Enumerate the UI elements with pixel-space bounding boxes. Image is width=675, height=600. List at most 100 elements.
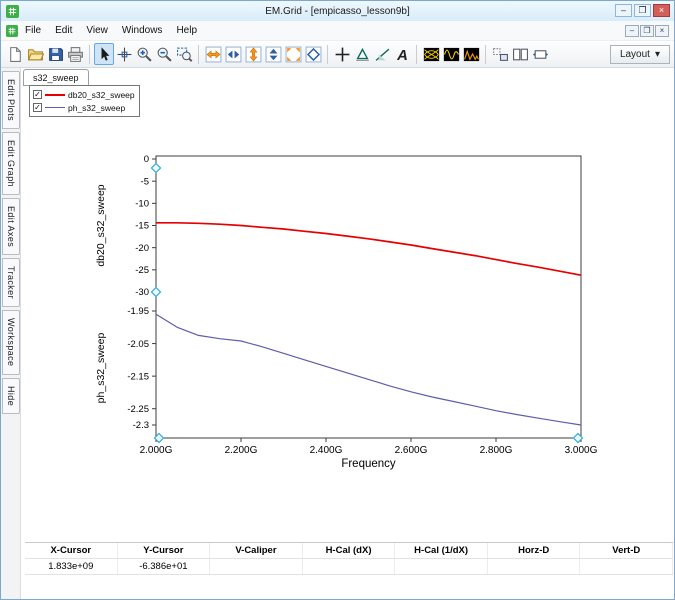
cursor-table-row: 1.833e+09-6.386e+01: [25, 559, 673, 575]
side-tab-label: Hide: [6, 386, 16, 406]
menu-file[interactable]: File: [18, 22, 48, 39]
legend-checkbox[interactable]: ✓: [33, 90, 42, 99]
graph-layout-button[interactable]: [490, 43, 510, 65]
cursor-col-2: V-Caliper: [210, 543, 303, 558]
menu-view[interactable]: View: [79, 22, 115, 39]
pointer-button[interactable]: [94, 43, 114, 65]
save-button[interactable]: [45, 43, 65, 65]
minimize-button[interactable]: –: [615, 4, 632, 17]
side-tab-label: Edit Plots: [6, 79, 16, 121]
legend-label: ph_s32_sweep: [68, 103, 125, 113]
pan-y-icon: [265, 46, 282, 63]
fit-xy-button[interactable]: [283, 43, 303, 65]
fit-x-button[interactable]: [203, 43, 223, 65]
legend-line-sample: [45, 94, 65, 96]
side-tab-label: Edit Graph: [6, 140, 16, 187]
side-tab-strip: Edit Plots Edit Graph Edit Axes Tracker Work…: [1, 68, 21, 599]
side-tab-label: Tracker: [6, 266, 16, 299]
cursor-col-4: H-Cal (1/dX): [395, 543, 488, 558]
restore-button[interactable]: ❐: [634, 4, 651, 17]
toolbar-separator: [198, 45, 199, 64]
side-tab-hide[interactable]: Hide: [2, 378, 20, 414]
fit-x-icon: [205, 46, 222, 63]
side-tab-edit-axes[interactable]: Edit Axes: [2, 198, 20, 255]
cursor-value-2: [210, 559, 303, 574]
eye-diagram-button[interactable]: [421, 43, 441, 65]
mdi-minimize-button[interactable]: –: [625, 25, 639, 37]
slope-cursor-button[interactable]: [372, 43, 392, 65]
window-title: EM.Grid - [empicasso_lesson9b]: [1, 6, 674, 17]
zoom-window-icon: [176, 46, 193, 63]
spectrum-button[interactable]: [461, 43, 481, 65]
menu-help[interactable]: Help: [169, 22, 204, 39]
side-tab-workspace[interactable]: Workspace: [2, 310, 20, 374]
cursor-col-6: Vert-D: [580, 543, 673, 558]
zoom-window-button[interactable]: [174, 43, 194, 65]
mdi-close-button[interactable]: ×: [655, 25, 669, 37]
fit-y-button[interactable]: [243, 43, 263, 65]
layout-dropdown-label: Layout: [620, 49, 650, 60]
legend-item-ph_s32_sweep: ✓ ph_s32_sweep: [33, 101, 136, 114]
waveform-icon: [443, 46, 460, 63]
cursor-value-5: [488, 559, 581, 574]
stretch-layout-button[interactable]: [530, 43, 550, 65]
mdi-restore-button[interactable]: ❐: [640, 25, 654, 37]
save-icon: [47, 46, 64, 63]
delta-cursor-button[interactable]: [352, 43, 372, 65]
legend-line-sample: [45, 107, 65, 108]
menubar: File Edit View Windows Help – ❐ ×: [1, 21, 674, 41]
cursor-col-3: H-Cal (dX): [303, 543, 396, 558]
waveform-button[interactable]: [441, 43, 461, 65]
fit-y-icon: [245, 46, 262, 63]
text-label-icon: A: [394, 46, 411, 63]
pointer-icon: [96, 46, 113, 63]
zoom-in-button[interactable]: [134, 43, 154, 65]
slope-cursor-icon: [374, 46, 391, 63]
text-label-button[interactable]: A: [392, 43, 412, 65]
plot-legend: ✓ db20_s32_sweep ✓ ph_s32_sweep: [29, 85, 140, 117]
add-cursor-button[interactable]: [332, 43, 352, 65]
side-tab-edit-plots[interactable]: Edit Plots: [2, 71, 20, 129]
autoscale-button[interactable]: [303, 43, 323, 65]
zoom-out-button[interactable]: [154, 43, 174, 65]
autoscale-icon: [305, 46, 322, 63]
add-cursor-icon: [334, 46, 351, 63]
new-document-button[interactable]: [5, 43, 25, 65]
stretch-layout-icon: [532, 46, 549, 63]
chevron-down-icon: ▾: [655, 49, 660, 60]
layout-dropdown-button[interactable]: Layout ▾: [610, 45, 670, 64]
pan-y-button[interactable]: [263, 43, 283, 65]
tile-layout-icon: [512, 46, 529, 63]
close-button[interactable]: ×: [653, 4, 670, 17]
cursor-value-3: [303, 559, 396, 574]
new-document-icon: [7, 46, 24, 63]
tile-layout-button[interactable]: [510, 43, 530, 65]
zoom-in-icon: [136, 46, 153, 63]
side-tab-tracker[interactable]: Tracker: [2, 258, 20, 307]
toolbar-separator: [327, 45, 328, 64]
legend-item-db20_s32_sweep: ✓ db20_s32_sweep: [33, 88, 136, 101]
delta-cursor-icon: [354, 46, 371, 63]
tab-s32_sweep[interactable]: s32_sweep: [23, 69, 89, 86]
cursor-col-0: X-Cursor: [25, 543, 118, 558]
print-button[interactable]: [65, 43, 85, 65]
side-tab-edit-graph[interactable]: Edit Graph: [2, 132, 20, 195]
toolbar-separator: [485, 45, 486, 64]
open-button[interactable]: [25, 43, 45, 65]
open-icon: [27, 46, 44, 63]
trace-cursor-button[interactable]: [114, 43, 134, 65]
menu-edit[interactable]: Edit: [48, 22, 79, 39]
legend-checkbox[interactable]: ✓: [33, 103, 42, 112]
document-icon: [6, 25, 18, 37]
svg-text:A: A: [396, 48, 408, 63]
zoom-out-icon: [156, 46, 173, 63]
legend-label: db20_s32_sweep: [68, 90, 135, 100]
pan-x-button[interactable]: [223, 43, 243, 65]
cursor-col-1: Y-Cursor: [118, 543, 211, 558]
app-logo-icon: [6, 5, 19, 18]
menu-windows[interactable]: Windows: [115, 22, 170, 39]
trace-cursor-icon: [116, 46, 133, 63]
graph-layout-icon: [492, 46, 509, 63]
eye-diagram-icon: [423, 46, 440, 63]
app-window: EM.Grid - [empicasso_lesson9b] – ❐ × Fil…: [0, 0, 675, 600]
